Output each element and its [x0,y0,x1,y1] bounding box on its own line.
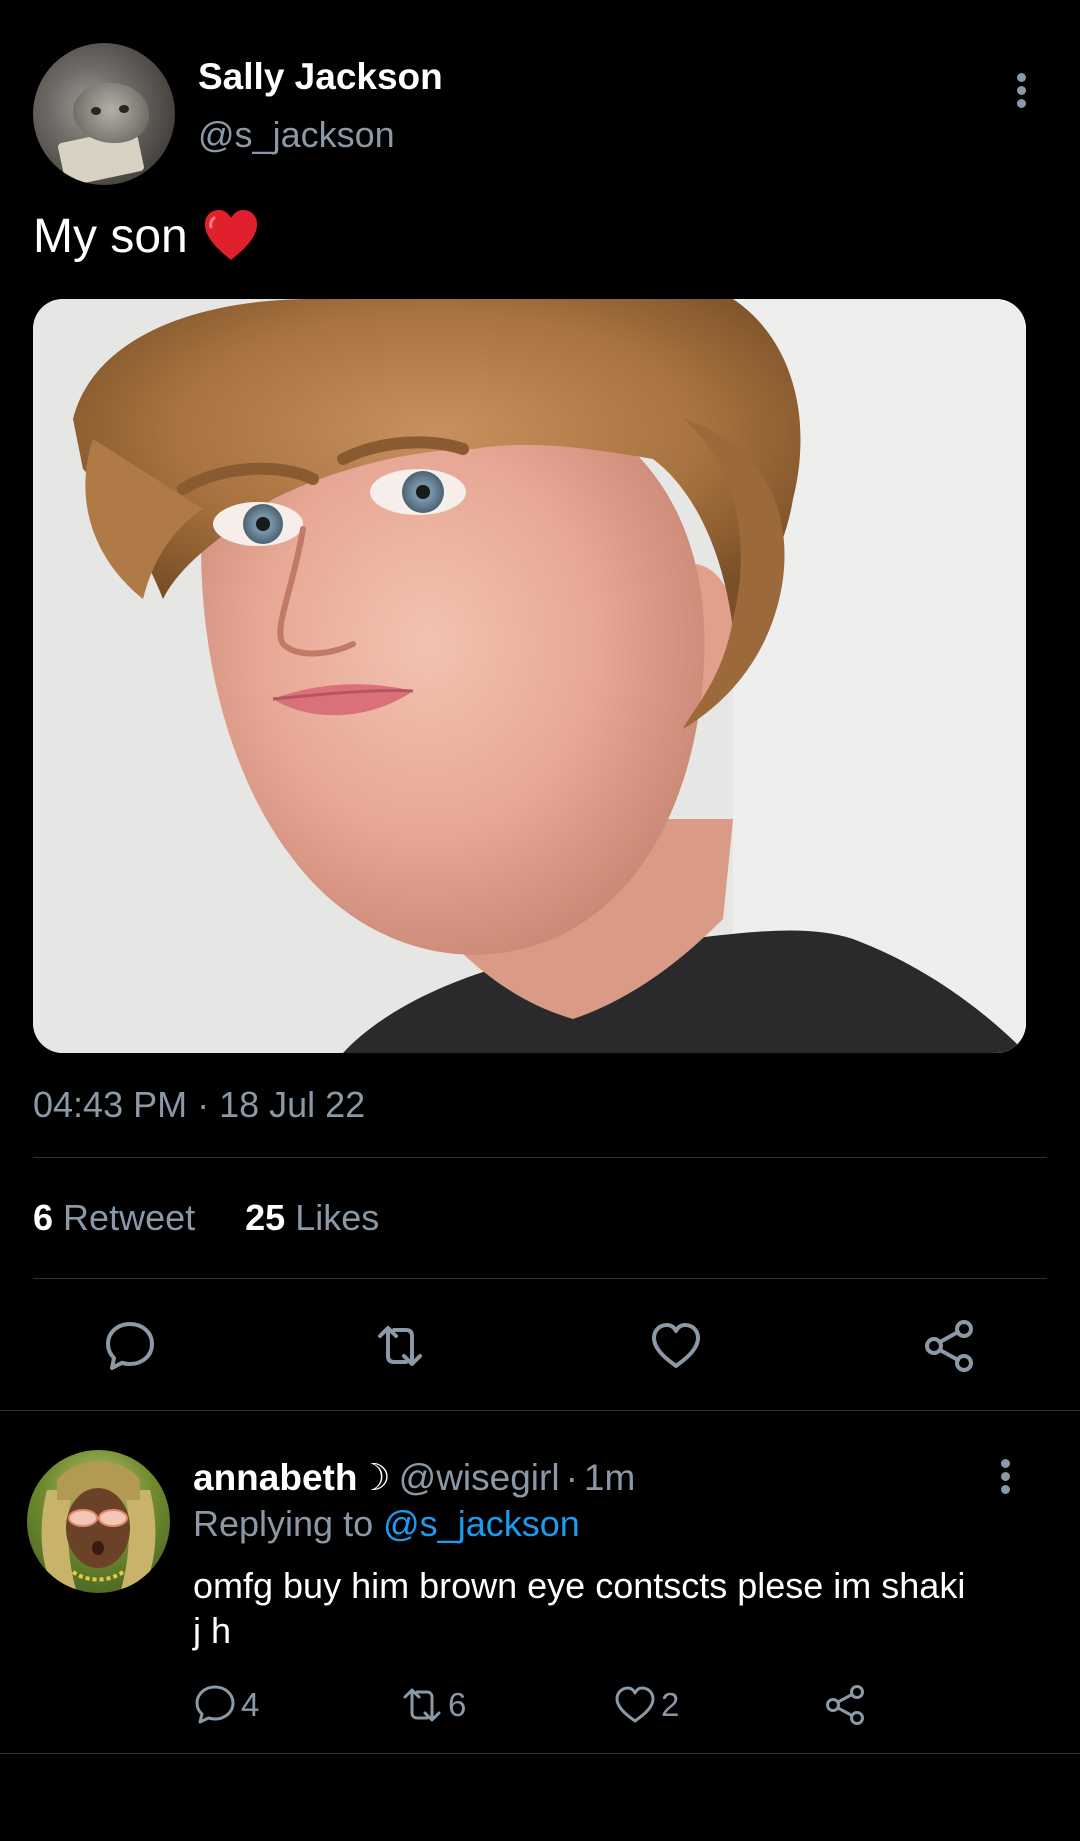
tweet-timestamp: 04:43 PM · 18 Jul 22 [33,1084,366,1125]
retweet-icon[interactable] [400,1683,444,1727]
share-icon[interactable] [922,1318,978,1374]
like-icon[interactable] [648,1318,704,1374]
reply-icon[interactable] [193,1683,237,1727]
author-handle[interactable]: @s_jackson [198,114,395,156]
like-icon[interactable] [613,1683,657,1727]
avatar-cat-eye [91,107,101,115]
tweet-photo[interactable] [33,299,1026,1053]
reply-author-avatar[interactable] [27,1450,170,1593]
retweet-count[interactable]: 6 [33,1197,53,1238]
likes-label[interactable]: Likes [295,1197,379,1238]
retweet-label[interactable]: Retweet [63,1197,195,1238]
reply-header: annabeth☽ @wisegirl · 1m [193,1456,635,1499]
author-name[interactable]: Sally Jackson [198,56,443,98]
reply-replies-count: 4 [241,1686,260,1723]
avatar-illustration [41,1461,156,1593]
reply-author-handle[interactable]: @wisegirl [399,1457,560,1498]
tweet-stats: 6 Retweet 25 Likes [33,1197,379,1239]
avatar-cat-eye [119,105,129,113]
reply-like-action[interactable]: 2 [613,1683,679,1733]
replying-to: Replying to @s_jackson [193,1503,580,1545]
red-heart-icon [202,208,260,262]
portrait-illustration [33,299,1026,1053]
replying-to-label: Replying to [193,1503,374,1544]
reply-likes-count: 2 [661,1686,680,1723]
author-avatar[interactable] [33,43,175,185]
divider [33,1157,1047,1158]
more-options-icon[interactable] [1010,70,1034,110]
reply-retweet-action[interactable]: 6 [400,1683,466,1733]
tweet-text: My son [33,207,260,267]
retweet-icon[interactable] [372,1318,428,1374]
reply-time: 1m [583,1457,636,1498]
reply-separator: · [565,1457,578,1498]
reply-author-name[interactable]: annabeth☽ [193,1457,391,1498]
divider [0,1410,1080,1411]
reply-reply-action[interactable]: 4 [193,1683,259,1733]
avatar-cat-shape [73,83,149,143]
reply-retweets-count: 6 [448,1686,467,1723]
reply-icon[interactable] [102,1318,158,1374]
reply-text: omfg buy him brown eye contscts plese im… [193,1565,966,1651]
tweet-body: My son [33,210,188,263]
share-icon[interactable] [824,1683,868,1727]
replying-to-handle[interactable]: @s_jackson [383,1503,580,1544]
reply-share-action[interactable] [824,1683,868,1733]
likes-count[interactable]: 25 [245,1197,285,1238]
reply-more-options-icon[interactable] [994,1456,1018,1496]
divider [33,1278,1047,1279]
divider [0,1753,1080,1754]
